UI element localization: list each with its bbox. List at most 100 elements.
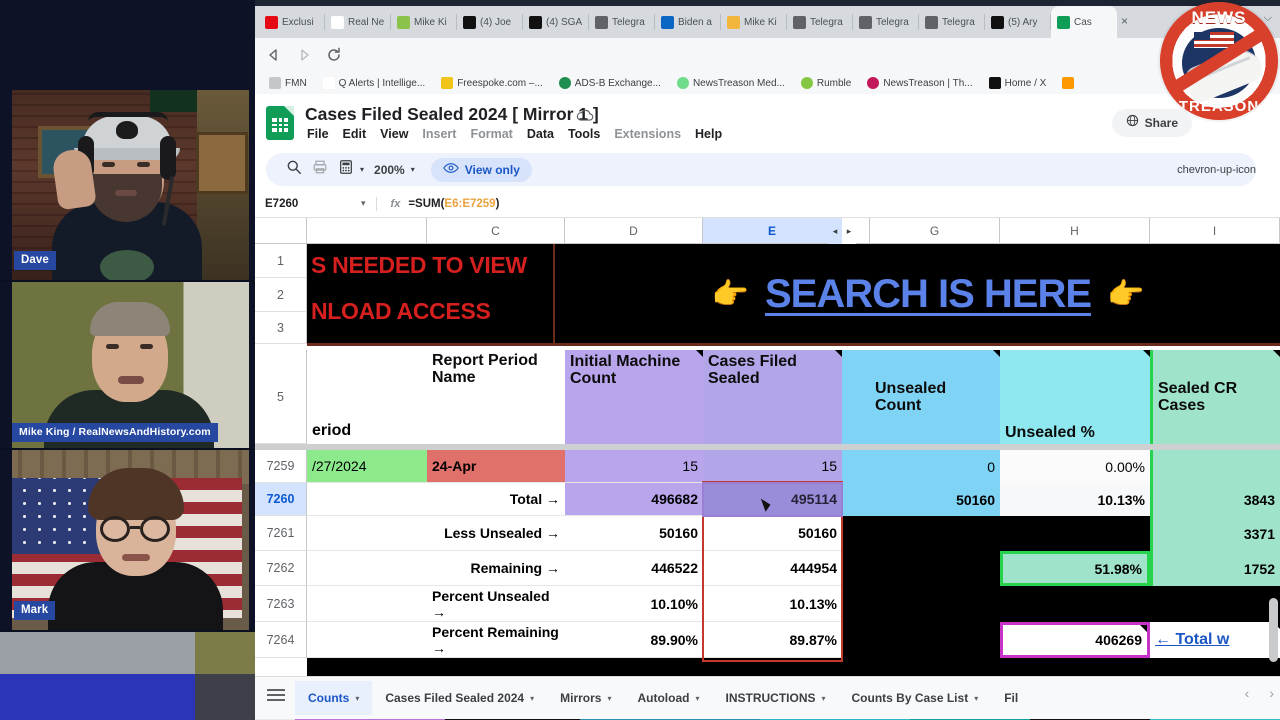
- sheet-tab-counts-by-case-list[interactable]: Counts By Case List ▾: [839, 681, 992, 715]
- sheet-tab-caret-icon[interactable]: ▾: [355, 694, 359, 703]
- sheet-tab-caret-icon[interactable]: ▾: [695, 694, 699, 703]
- browser-tab-5[interactable]: Telegra: [589, 6, 655, 38]
- sheet-tab-caret-icon[interactable]: ▾: [974, 694, 978, 703]
- menu-item-format[interactable]: Format: [470, 127, 512, 141]
- sheet-tab-cases-filed-sealed-2024[interactable]: Cases Filed Sealed 2024 ▾: [372, 681, 547, 715]
- browser-tab-2[interactable]: Mike Ki: [391, 6, 457, 38]
- cell-7261-D[interactable]: 50160: [565, 516, 703, 551]
- cell-7263-G[interactable]: [870, 586, 1000, 622]
- cell-7264-F[interactable]: [842, 622, 870, 658]
- forward-button[interactable]: [295, 46, 313, 64]
- row-header-7264[interactable]: 7264: [255, 622, 307, 658]
- sheet-tab-counts[interactable]: Counts ▾: [295, 681, 373, 715]
- row-header-5[interactable]: 5: [255, 350, 307, 444]
- formula-content[interactable]: =SUM(E6:E7259): [408, 198, 499, 210]
- document-title[interactable]: Cases Filed Sealed 2024 [ Mirror 1 ]: [305, 104, 599, 125]
- cell-7262-H[interactable]: 51.98%: [1000, 551, 1150, 586]
- cell-7264-H[interactable]: 406269: [1000, 622, 1150, 658]
- column-header-hidden-0[interactable]: [307, 218, 427, 244]
- cell-7259-H[interactable]: 0.00%: [1000, 450, 1150, 483]
- column-header-C[interactable]: C: [427, 218, 565, 244]
- cell-7262-D[interactable]: 446522: [565, 551, 703, 586]
- cell-7264-I[interactable]: ← Total w: [1150, 622, 1280, 658]
- zoom-level[interactable]: 200%: [374, 163, 405, 177]
- search-is-here-text[interactable]: SEARCH IS HERE: [765, 272, 1092, 317]
- name-box[interactable]: E7260: [255, 198, 333, 210]
- select-all-corner[interactable]: [255, 218, 307, 244]
- header-cell-f[interactable]: [842, 350, 870, 444]
- print-icon[interactable]: [312, 159, 328, 180]
- calculator-dropdown-caret[interactable]: ▾: [360, 165, 364, 174]
- cell-7260-D[interactable]: 496682: [565, 483, 703, 516]
- header-cell-cases-filed-sealed[interactable]: Cases Filed Sealed: [703, 350, 842, 444]
- bookmark-2[interactable]: Freespoke.com –...: [433, 77, 551, 89]
- row-header-3[interactable]: 3: [255, 312, 307, 344]
- calculator-icon[interactable]: [338, 159, 354, 180]
- cell-7259-B[interactable]: /27/2024: [307, 450, 427, 483]
- column-header-H[interactable]: H: [1000, 218, 1150, 244]
- bookmark-3[interactable]: ADS-B Exchange...: [551, 77, 669, 89]
- column-header-I[interactable]: I: [1150, 218, 1280, 244]
- browser-tab-10[interactable]: Telegra: [919, 6, 985, 38]
- sheets-logo-icon[interactable]: [266, 106, 294, 140]
- header-cell-report-period-name[interactable]: Report Period Name: [427, 350, 565, 444]
- browser-tab-0[interactable]: Exclusi: [259, 6, 325, 38]
- cell-7263-B[interactable]: [307, 586, 427, 622]
- row-header-1[interactable]: 1: [255, 244, 307, 278]
- cell-7260-B[interactable]: [307, 483, 427, 516]
- cell-7259-I[interactable]: [1150, 450, 1280, 483]
- bookmark-8[interactable]: [1054, 77, 1082, 89]
- cell-7262-C[interactable]: Remaining →: [427, 551, 565, 586]
- cell-7260-H[interactable]: 10.13%: [1000, 483, 1150, 516]
- cell-7261-F[interactable]: [842, 516, 870, 551]
- reload-button[interactable]: [325, 46, 343, 64]
- cell-7259-F[interactable]: [842, 450, 870, 483]
- cell-7260-G[interactable]: 50160: [870, 483, 1000, 516]
- row-header-7263[interactable]: 7263: [255, 586, 307, 622]
- cell-7261-C[interactable]: Less Unsealed →: [427, 516, 565, 551]
- row-header-7260[interactable]: 7260: [255, 483, 307, 516]
- video-tile-mark[interactable]: Mark: [0, 450, 255, 630]
- browser-tab-9[interactable]: Telegra: [853, 6, 919, 38]
- cell-7261-G[interactable]: [870, 516, 1000, 551]
- sheet-prev-button[interactable]: ‹: [1239, 685, 1256, 701]
- cell-7263-D[interactable]: 10.10%: [565, 586, 703, 622]
- sheet-tab-fil[interactable]: Fil: [991, 681, 1031, 715]
- header-cell-unsealed-count[interactable]: Unsealed Count: [870, 350, 1000, 444]
- spreadsheet-grid[interactable]: C D E G H I ◂ ▸ 1 2 3 5 7259 7260 7261 7262 7263 7264 er…: [255, 218, 1280, 676]
- cell-7260-I[interactable]: 3843: [1150, 483, 1280, 516]
- video-tile-mike-king[interactable]: Mike King / RealNewsAndHistory.com: [0, 282, 255, 448]
- close-tab-icon[interactable]: ×: [1121, 14, 1128, 28]
- search-icon[interactable]: [286, 159, 302, 180]
- browser-tab-12[interactable]: Cas: [1051, 6, 1117, 38]
- sheet-tab-instructions[interactable]: INSTRUCTIONS ▾: [712, 681, 838, 715]
- menu-item-extensions[interactable]: Extensions: [614, 127, 681, 141]
- collapse-left-arrow-icon[interactable]: ◂: [828, 218, 842, 244]
- bookmark-1[interactable]: Q Alerts | Intellige...: [315, 77, 434, 89]
- menu-item-view[interactable]: View: [380, 127, 408, 141]
- cell-7262-I[interactable]: 1752: [1150, 551, 1280, 586]
- menu-item-insert[interactable]: Insert: [422, 127, 456, 141]
- header-cell-sealed-cr-cases[interactable]: Sealed CR Cases: [1150, 350, 1280, 444]
- column-header-D[interactable]: D: [565, 218, 703, 244]
- row-header-7261[interactable]: 7261: [255, 516, 307, 551]
- browser-tab-11[interactable]: (5) Ary: [985, 6, 1051, 38]
- header-cell-unsealed-percent[interactable]: Unsealed %: [1000, 350, 1150, 444]
- menu-item-help[interactable]: Help: [695, 127, 722, 141]
- sheet-tab-mirrors[interactable]: Mirrors ▾: [547, 681, 624, 715]
- cell-7260-C[interactable]: Total →: [427, 483, 565, 516]
- cell-7262-G[interactable]: [870, 551, 1000, 586]
- view-only-badge[interactable]: View only: [430, 157, 532, 182]
- cell-7262-F[interactable]: [842, 551, 870, 586]
- cell-7259-E[interactable]: 15: [703, 450, 842, 483]
- menu-item-edit[interactable]: Edit: [343, 127, 367, 141]
- header-cell-initial-machine-count[interactable]: Initial Machine Count: [565, 350, 703, 444]
- cell-7260-F[interactable]: [842, 483, 870, 516]
- bookmark-7[interactable]: Home / X: [981, 77, 1055, 89]
- cell-7264-D[interactable]: 89.90%: [565, 622, 703, 658]
- cloud-saved-icon[interactable]: [575, 108, 595, 128]
- cell-7263-C[interactable]: Percent Unsealed →: [427, 586, 565, 622]
- browser-tab-6[interactable]: Biden a: [655, 6, 721, 38]
- cell-7263-F[interactable]: [842, 586, 870, 622]
- bookmark-6[interactable]: NewsTreason | Th...: [859, 77, 980, 89]
